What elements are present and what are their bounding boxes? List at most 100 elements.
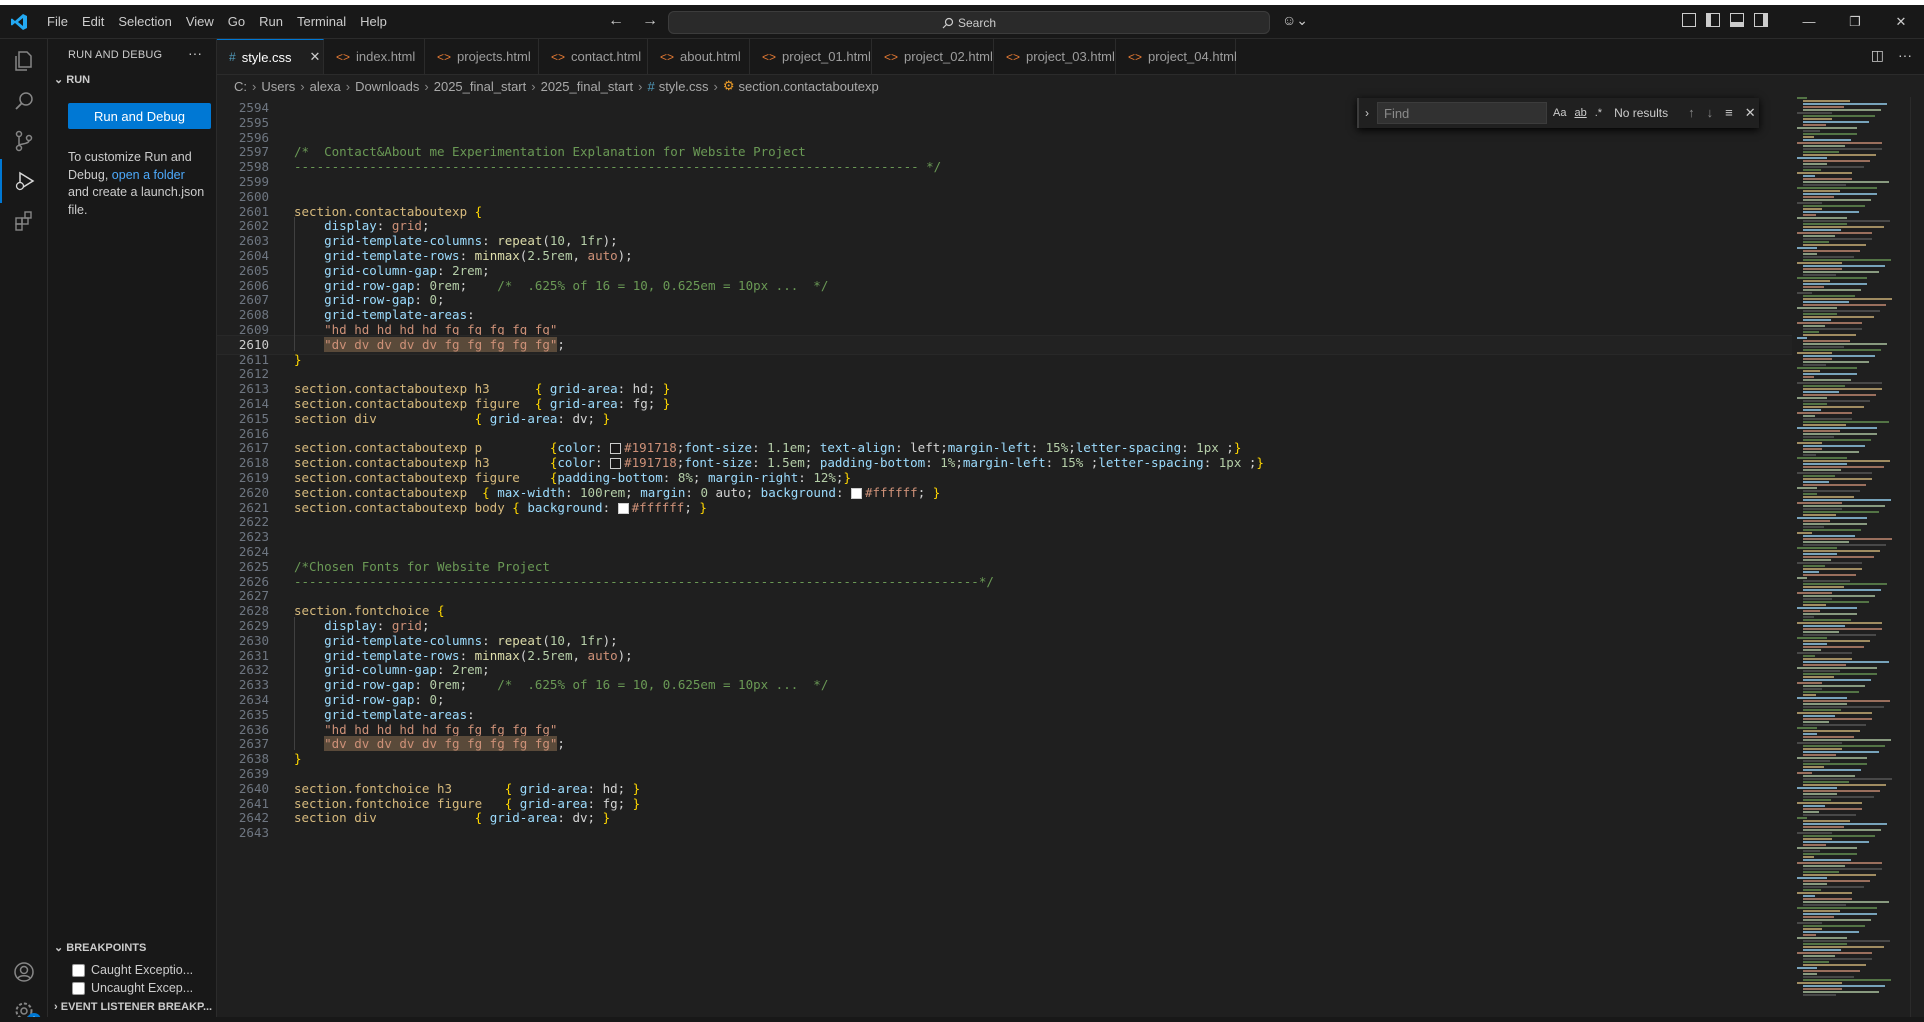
breadcrumb-item[interactable]: section.contactaboutexp: [739, 79, 879, 94]
vertical-scrollbar[interactable]: [1910, 97, 1924, 1022]
tab-projects-html[interactable]: <> projects.html: [425, 39, 539, 74]
find-in-selection-icon[interactable]: ≡: [1725, 105, 1733, 121]
vscode-window: File Edit Selection View Go Run Terminal Help ←…: [0, 5, 1924, 1022]
breadcrumb-item[interactable]: C:: [234, 79, 247, 94]
checkbox[interactable]: [72, 981, 85, 995]
event-listener-breakpoints-header[interactable]: › EVENT LISTENER BREAKP...: [54, 1001, 212, 1013]
copilot-icon[interactable]: ☺⌄: [1282, 12, 1308, 29]
toggle-sidebar-icon[interactable]: [1706, 13, 1720, 27]
close-find-icon[interactable]: ✕: [1745, 105, 1756, 121]
minimap-line: [1803, 205, 1865, 207]
menu-item-view[interactable]: View: [179, 14, 221, 29]
breadcrumb-item[interactable]: Users: [261, 79, 295, 94]
tab-about-html[interactable]: <> about.html: [648, 39, 750, 74]
tab-project_04-html[interactable]: <> project_04.html: [1116, 39, 1237, 74]
color-swatch[interactable]: [851, 487, 862, 499]
split-editor-icon[interactable]: ◫: [1871, 47, 1884, 64]
minimap-line: [1803, 355, 1875, 357]
find-widget: › Find Aa ab .* No results ↑ ↓ ≡ ✕: [1357, 98, 1759, 128]
checkbox[interactable]: [72, 963, 85, 977]
extensions-icon[interactable]: [0, 199, 47, 243]
minimap-line: [1797, 202, 1822, 204]
accounts-icon[interactable]: [0, 950, 47, 994]
close-tab-icon[interactable]: ✕: [310, 49, 321, 65]
tab-project_02-html[interactable]: <> project_02.html: [872, 39, 994, 74]
run-debug-icon[interactable]: [0, 159, 47, 203]
open-folder-link[interactable]: open a folder: [112, 168, 185, 182]
forward-arrow-icon[interactable]: →: [642, 12, 658, 30]
run-debug-sidebar: RUN AND DEBUG ··· ⌄ RUN Run and Debug To…: [48, 39, 217, 1022]
back-arrow-icon[interactable]: ←: [608, 12, 624, 30]
breakpoint-uncaught-exceptions[interactable]: Uncaught Excep...: [72, 981, 193, 995]
explorer-icon[interactable]: [0, 39, 47, 83]
use-regex-icon[interactable]: .*: [1595, 107, 1602, 119]
breadcrumb-item[interactable]: alexa: [310, 79, 341, 94]
code-editor[interactable]: 2594 2595 2596 2597/* Contact&About me Expe…: [217, 97, 1792, 1022]
color-swatch[interactable]: [610, 458, 622, 470]
code-line[interactable]: 2643: [217, 824, 1792, 842]
command-center-search[interactable]: Search: [668, 11, 1270, 34]
match-case-icon[interactable]: Aa: [1553, 107, 1566, 119]
run-and-debug-button[interactable]: Run and Debug: [68, 103, 211, 129]
customize-layout-icon[interactable]: [1682, 13, 1696, 27]
minimap-line: [1803, 244, 1866, 246]
minimap-line: [1803, 340, 1850, 342]
menu-item-help[interactable]: Help: [353, 14, 394, 29]
minimap-line: [1803, 610, 1820, 612]
minimap-line: [1803, 124, 1826, 126]
source-control-icon[interactable]: [0, 119, 47, 163]
next-match-icon[interactable]: ↓: [1707, 105, 1714, 121]
minimap-line: [1797, 352, 1832, 354]
toggle-replace-icon[interactable]: ›: [1365, 106, 1369, 120]
close-window-icon[interactable]: ✕: [1878, 5, 1924, 38]
find-input[interactable]: Find: [1377, 102, 1547, 124]
minimap-line: [1803, 445, 1865, 447]
search-activity-icon[interactable]: [0, 79, 47, 123]
more-actions-icon[interactable]: ···: [1898, 47, 1912, 64]
minimap-line: [1803, 988, 1842, 990]
breadcrumb-item[interactable]: 2025_final_start: [541, 79, 634, 94]
minimap-line: [1797, 217, 1847, 219]
menu-item-go[interactable]: Go: [221, 14, 252, 29]
restore-icon[interactable]: ❐: [1832, 5, 1878, 38]
menu-item-edit[interactable]: Edit: [75, 14, 111, 29]
minimap-line: [1803, 469, 1841, 471]
tab-project_03-html[interactable]: <> project_03.html: [994, 39, 1116, 74]
event-listener-label: EVENT LISTENER BREAKP...: [60, 1001, 213, 1013]
breakpoint-caught-exceptions[interactable]: Caught Exceptio...: [72, 963, 193, 977]
color-swatch[interactable]: [617, 502, 629, 514]
minimap-line: [1803, 136, 1814, 138]
minimap-line: [1803, 694, 1816, 696]
breadcrumb-item[interactable]: Downloads: [355, 79, 419, 94]
tab-style-css[interactable]: # style.css ✕: [217, 39, 324, 74]
tab-contact-html[interactable]: <> contact.html: [539, 39, 648, 74]
more-actions-icon[interactable]: ···: [188, 45, 202, 61]
minimap-line: [1803, 223, 1847, 225]
minimize-icon[interactable]: —: [1786, 5, 1832, 38]
tab-index-html[interactable]: <> index.html: [324, 39, 425, 74]
minimap-line: [1803, 334, 1856, 336]
toggle-secondary-sidebar-icon[interactable]: [1754, 13, 1768, 27]
minimap-line: [1803, 283, 1867, 285]
match-whole-word-icon[interactable]: ab: [1574, 107, 1586, 119]
color-swatch[interactable]: [610, 443, 622, 455]
minimap[interactable]: [1792, 97, 1910, 1022]
previous-match-icon[interactable]: ↑: [1688, 105, 1695, 121]
menu-item-selection[interactable]: Selection: [111, 14, 178, 29]
minimap-line: [1803, 148, 1882, 150]
menu-item-run[interactable]: Run: [252, 14, 290, 29]
minimap-line: [1797, 712, 1872, 714]
minimap-line: [1797, 562, 1862, 564]
menu-item-terminal[interactable]: Terminal: [290, 14, 353, 29]
breadcrumb-item[interactable]: style.css: [659, 79, 709, 94]
minimap-line: [1803, 688, 1822, 690]
tab-project_01-html[interactable]: <> project_01.html: [750, 39, 872, 74]
minimap-line: [1803, 724, 1866, 726]
breadcrumb-item[interactable]: 2025_final_start: [434, 79, 527, 94]
minimap-line: [1803, 715, 1835, 717]
menu-item-file[interactable]: File: [40, 14, 75, 29]
customize-instructions: To customize Run and Debug, open a folde…: [68, 149, 208, 219]
run-section-header[interactable]: ⌄ RUN: [54, 73, 90, 86]
breakpoints-header[interactable]: ⌄ BREAKPOINTS: [54, 941, 146, 954]
toggle-panel-icon[interactable]: [1730, 13, 1744, 27]
